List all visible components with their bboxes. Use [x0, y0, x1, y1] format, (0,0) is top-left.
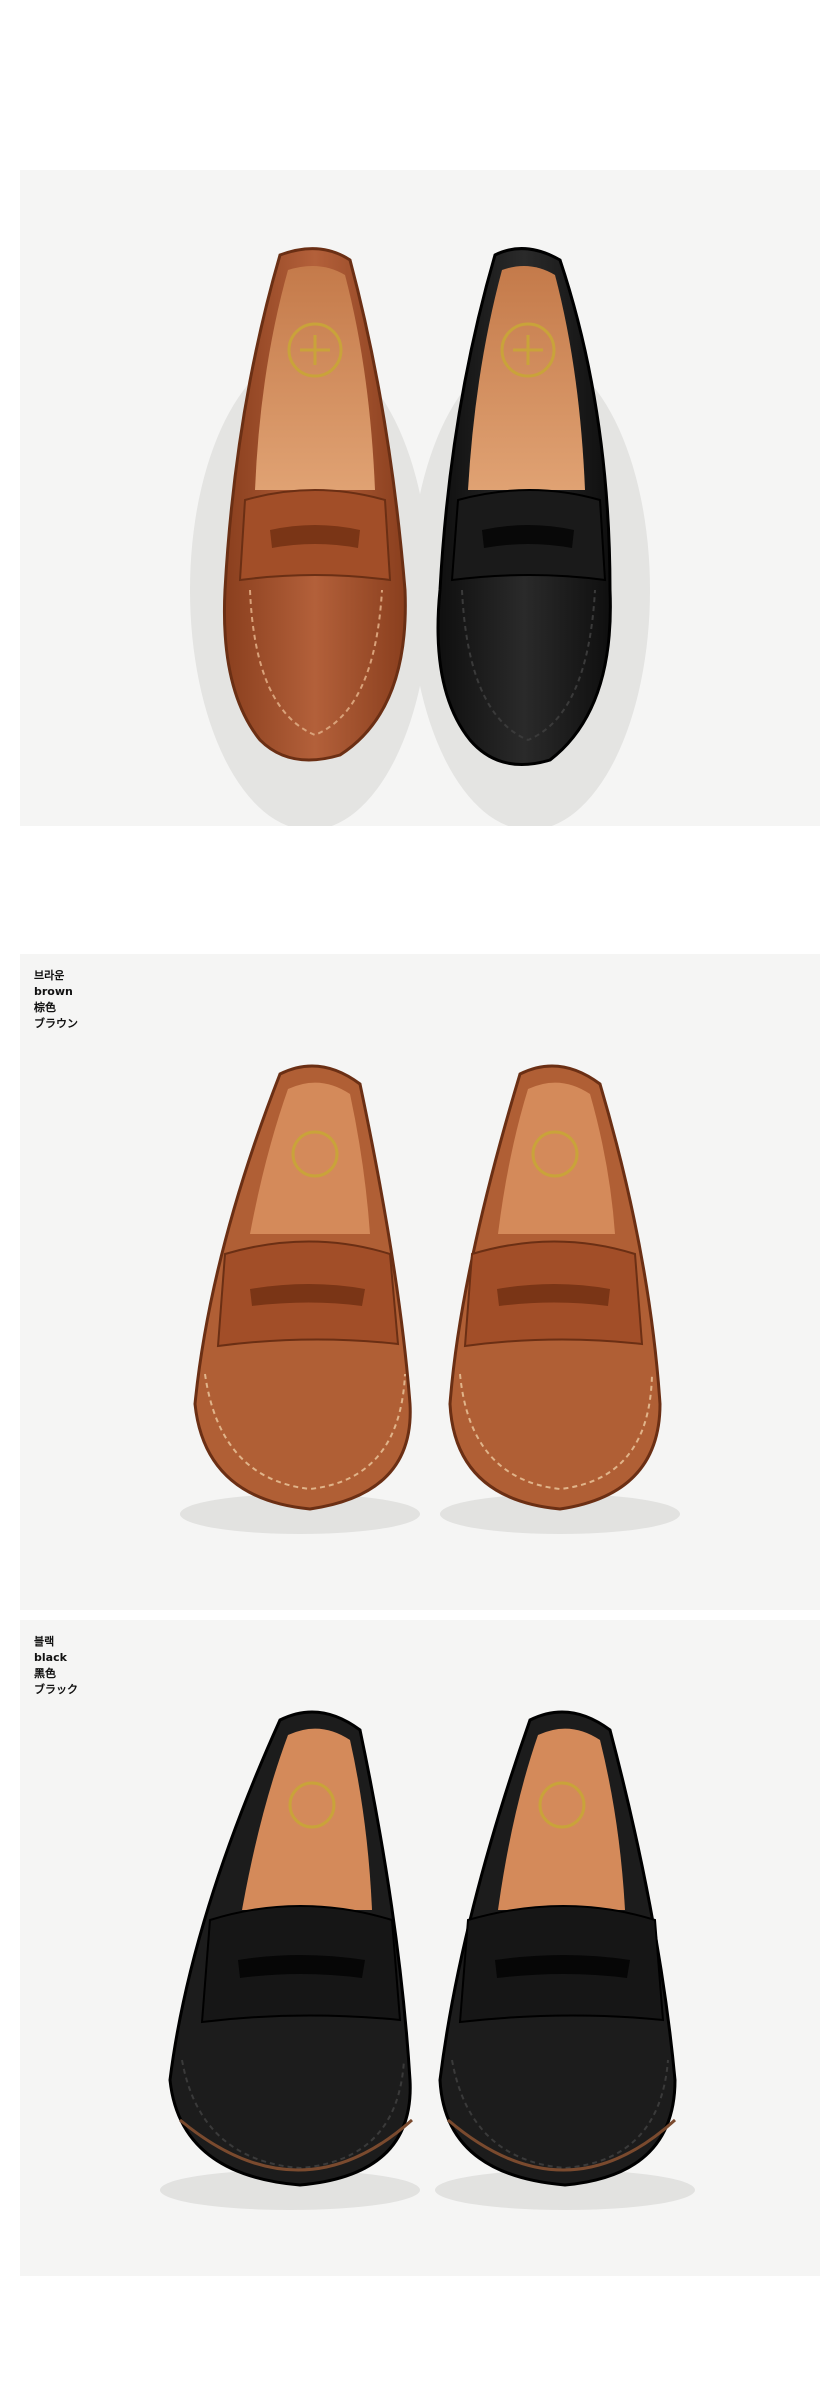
overview-loafers-image [190, 247, 650, 826]
brown-caption-chinese: 棕色 [34, 1001, 56, 1014]
black-caption-chinese: 黑色 [34, 1667, 56, 1680]
black-caption-korean: 블랙 [34, 1635, 55, 1648]
brown-loafer-right [448, 1064, 662, 1511]
brown-loafer-left [193, 1064, 412, 1511]
brown-loafer-top-view [222, 247, 407, 762]
brown-section: 브라운 brown 棕色 ブラウン [20, 954, 820, 1610]
brown-caption-korean: 브라운 [34, 969, 65, 982]
black-loafers-image [160, 1710, 695, 2210]
brown-caption-japanese: ブラウン [34, 1017, 78, 1030]
black-loafer-right [438, 1710, 677, 2187]
black-caption-japanese: ブラック [34, 1683, 78, 1696]
black-loafer-left [168, 1710, 413, 2187]
brown-caption-english: brown [34, 985, 73, 998]
black-section: 블랙 black 黑色 ブラック [20, 1620, 820, 2276]
brown-loafers-image [180, 1064, 680, 1534]
black-loafer-top-view [436, 247, 612, 766]
overview-photo [20, 170, 820, 826]
brown-caption: 브라운 brown 棕色 ブラウン [34, 968, 78, 1032]
black-caption: 블랙 black 黑色 ブラック [34, 1634, 78, 1698]
black-caption-english: black [34, 1651, 67, 1664]
